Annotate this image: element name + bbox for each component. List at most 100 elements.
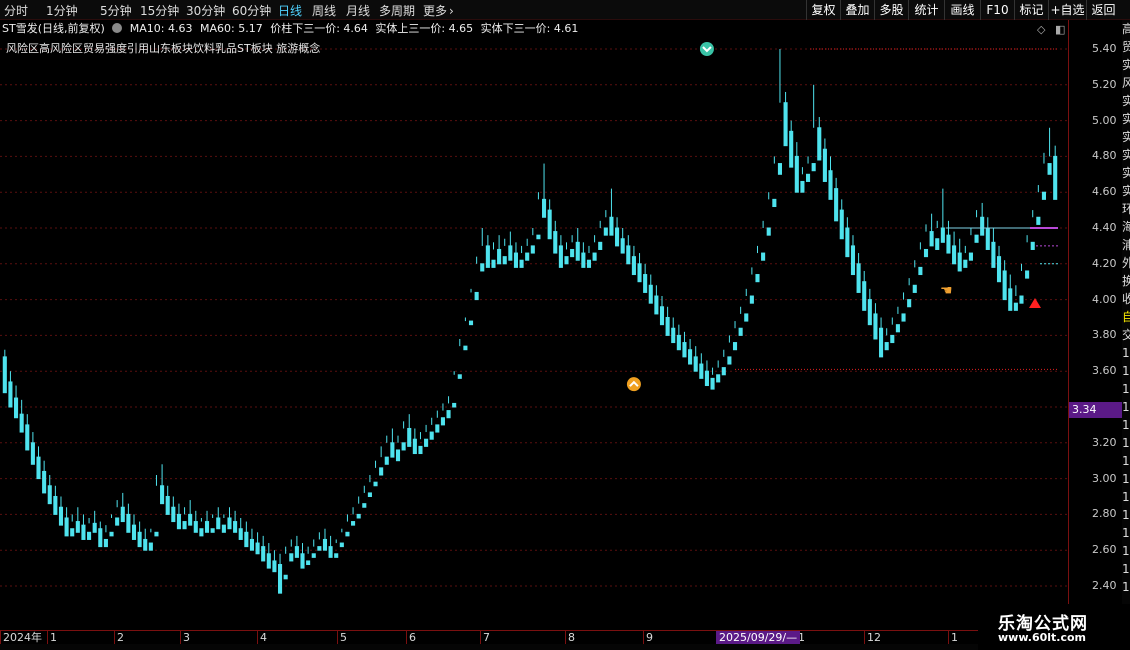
candle-body xyxy=(659,306,665,326)
candle-body xyxy=(738,327,743,336)
candle-body xyxy=(131,524,137,540)
side-strip-glyph: 1 xyxy=(1122,508,1130,522)
candle-body xyxy=(800,180,805,193)
candle-body xyxy=(75,521,80,533)
side-strip-glyph: 浦 xyxy=(1122,238,1130,252)
y-axis-tick-label: 5.00 xyxy=(1092,113,1117,127)
candle-body xyxy=(233,521,238,533)
side-strip-glyph: 1 xyxy=(1122,436,1130,450)
window-toggle-icon[interactable]: ◧ xyxy=(1055,23,1065,36)
draw-line-button[interactable]: 画线 xyxy=(944,0,980,20)
candle-body xyxy=(547,209,552,240)
candle-body xyxy=(974,234,979,243)
diamond-icon[interactable]: ◇ xyxy=(1037,23,1045,36)
timeframe-tab-multi[interactable]: 多周期 xyxy=(379,2,415,19)
candle-body xyxy=(727,356,732,365)
candle-body xyxy=(216,517,221,530)
side-strip-glyph: 风 xyxy=(1122,76,1130,90)
x-axis-label: 1 xyxy=(47,631,57,645)
overlay-button[interactable]: 叠加 xyxy=(840,0,874,20)
timeframe-tab-15min[interactable]: 15分钟 xyxy=(140,2,179,19)
candle-body xyxy=(8,381,13,408)
mark-button[interactable]: 标记 xyxy=(1014,0,1048,20)
timeframe-tab-intraday[interactable]: 分时 xyxy=(4,2,28,19)
side-strip-glyph: 1 xyxy=(1122,382,1130,396)
f10-button[interactable]: F10 xyxy=(980,0,1014,20)
indicator-info-bar: ST雪发(日线,前复权) MA10: 4.63 MA60: 5.17 价柱下三一… xyxy=(2,21,582,37)
candle-body xyxy=(755,274,760,283)
candle-body xyxy=(553,231,558,254)
corner-icons: ◇ ◧ xyxy=(1037,23,1071,36)
candle-body xyxy=(732,342,738,351)
adjust-price-button[interactable]: 复权 xyxy=(806,0,840,20)
candle-body xyxy=(227,517,232,530)
candle-body xyxy=(334,553,339,558)
candle-body xyxy=(834,188,839,222)
timeframe-tab-5min[interactable]: 5分钟 xyxy=(100,2,132,19)
x-axis: 2024年 1 2 3 4 5 6 7 8 9 1 12 1 2025/09/2… xyxy=(0,630,1068,645)
timeframe-tab-daily[interactable]: 日线 xyxy=(278,2,302,19)
top-toolbar: 分时 1分钟 5分钟 15分钟 30分钟 60分钟 日线 周线 月线 多周期 更… xyxy=(0,0,1130,20)
candle-body xyxy=(210,528,215,533)
settings-circle-icon[interactable] xyxy=(112,23,123,33)
timeframe-tab-monthly[interactable]: 月线 xyxy=(346,2,370,19)
y-axis-tick-label: 4.40 xyxy=(1092,221,1117,234)
candle-body xyxy=(480,263,485,272)
timeframe-tab-more[interactable]: 更多 › xyxy=(423,2,454,19)
timeframe-tab-weekly[interactable]: 周线 xyxy=(312,2,336,19)
x-axis-label: 6 xyxy=(406,631,416,645)
indicator-1-value: 价柱下三一价: 4.64 xyxy=(270,22,368,35)
candle-body xyxy=(1053,155,1058,200)
candle-body xyxy=(30,442,35,465)
candle-body xyxy=(165,496,170,515)
candlestick-chart[interactable]: ☚ xyxy=(0,37,1068,630)
x-axis-label: 12 xyxy=(864,631,881,645)
watermark-url: www.60lt.com xyxy=(998,631,1087,644)
candle-body xyxy=(856,263,861,293)
candle-body xyxy=(536,234,541,240)
candle-body xyxy=(564,256,569,265)
candle-body xyxy=(609,216,614,236)
candle-body xyxy=(238,528,243,540)
candle-body xyxy=(457,374,462,379)
candle-body xyxy=(822,148,827,182)
side-strip-glyph: 1 xyxy=(1122,490,1130,504)
candle-body xyxy=(81,524,86,540)
candle-body xyxy=(749,295,754,304)
side-strip-glyph: 实 xyxy=(1122,130,1130,144)
candle-body xyxy=(946,234,951,254)
bottom-signal-icon xyxy=(626,377,641,392)
candle-body xyxy=(929,231,934,247)
add-watchlist-button[interactable]: +自选 xyxy=(1048,0,1086,20)
candle-body xyxy=(463,345,468,351)
candle-body xyxy=(648,284,653,304)
candle-body xyxy=(783,102,788,147)
side-strip-glyph: 实 xyxy=(1122,184,1130,198)
candle-body xyxy=(867,299,872,326)
side-strip-glyph: 外 xyxy=(1122,256,1130,270)
side-strip-glyph: 换 xyxy=(1122,274,1130,288)
statistics-button[interactable]: 统计 xyxy=(908,0,944,20)
candle-body xyxy=(328,546,333,558)
candle-body xyxy=(249,538,255,551)
sector-tags: 风险区高风险区贸易强度引用山东板块饮料乳品ST板块 旅游概念 xyxy=(6,42,321,55)
side-indicator-strip[interactable]: 高贸实风实实实实实实环海浦外换收自交11111111111111 xyxy=(1122,20,1130,630)
side-strip-glyph: 收 xyxy=(1122,292,1130,306)
candle-body xyxy=(300,553,305,569)
chevron-right-icon: › xyxy=(449,4,454,18)
candle-body xyxy=(508,245,513,261)
candle-body xyxy=(418,445,423,455)
candle-body xyxy=(171,506,176,523)
timeframe-tab-60min[interactable]: 60分钟 xyxy=(232,2,271,19)
candle-body xyxy=(188,513,193,526)
timeframe-tab-1min[interactable]: 1分钟 xyxy=(46,2,78,19)
side-strip-glyph: 1 xyxy=(1122,472,1130,486)
side-strip-glyph: 实 xyxy=(1122,112,1130,126)
candle-body xyxy=(895,324,900,333)
side-strip-glyph: 高 xyxy=(1122,22,1130,36)
candle-body xyxy=(244,531,249,548)
x-axis-label: 8 xyxy=(565,631,575,645)
timeframe-tab-30min[interactable]: 30分钟 xyxy=(186,2,225,19)
back-button[interactable]: 返回 xyxy=(1086,0,1120,20)
multi-stock-button[interactable]: 多股 xyxy=(874,0,908,20)
